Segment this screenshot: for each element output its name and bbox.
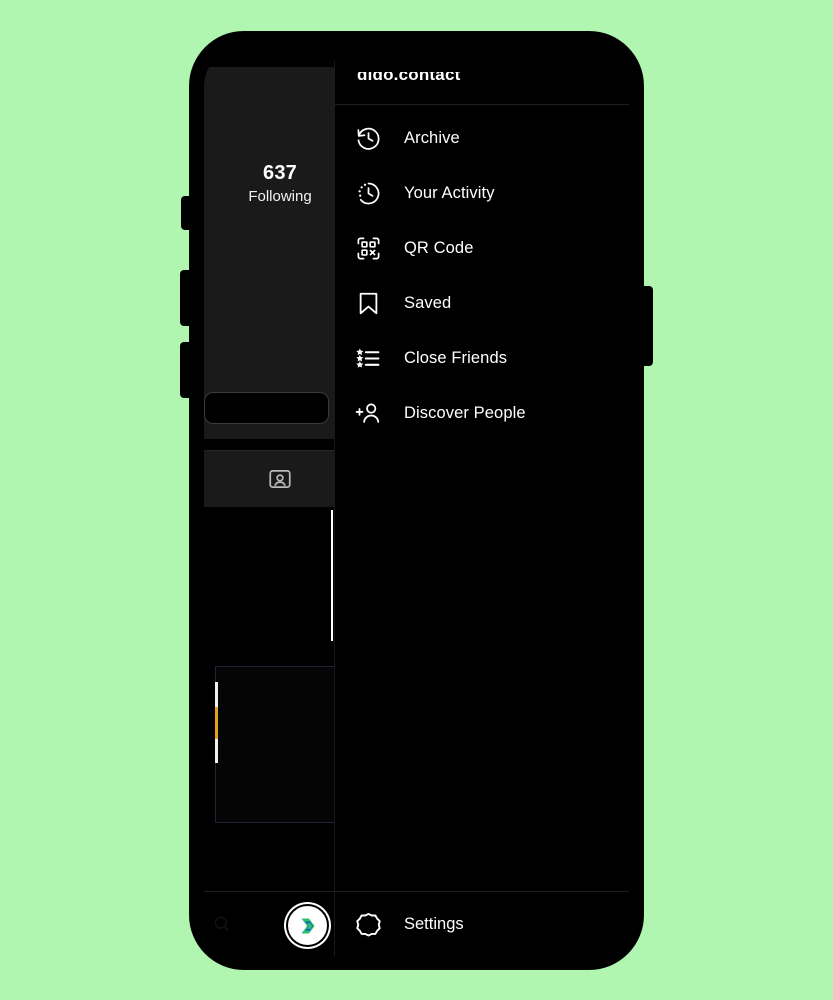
settings-label: Settings [404,914,464,933]
grid-divider [331,510,333,641]
gear-icon [355,911,382,938]
device-notch [332,45,501,72]
menu-item-settings[interactable]: Settings [335,891,629,956]
activity-clock-icon [355,180,382,207]
menu-item-label: Archive [404,129,460,147]
qr-code-icon [355,235,382,262]
volume-down-button[interactable] [180,342,191,398]
menu-item-label: Discover People [404,404,526,422]
menu-item-label: Saved [404,294,452,312]
bookmark-icon [355,290,382,317]
post-edge-accent [215,707,218,739]
avatar-logo-icon [292,910,323,941]
star-list-icon [355,345,382,372]
menu-item-discover-people[interactable]: Discover People [335,386,629,441]
phone-screen: 637 Following dido.contact Archive Your … [204,45,629,956]
menu-item-label: Your Activity [404,184,495,202]
volume-up-button[interactable] [180,270,191,326]
menu-item-saved[interactable]: Saved [335,276,629,331]
side-menu-panel: dido.contact Archive Your Activity QR Co… [334,45,629,956]
avatar[interactable] [288,906,327,945]
menu-item-close-friends[interactable]: Close Friends [335,331,629,386]
mute-switch-button[interactable] [181,196,191,230]
menu-item-label: QR Code [404,239,474,257]
tagged-photos-icon[interactable] [267,466,293,492]
power-button[interactable] [642,286,653,366]
menu-items-list: Archive Your Activity QR Code Saved Clos… [335,105,629,891]
edit-profile-button[interactable] [204,392,329,424]
phone-frame: 637 Following dido.contact Archive Your … [180,32,653,969]
menu-item-archive[interactable]: Archive [335,111,629,166]
menu-item-your-activity[interactable]: Your Activity [335,166,629,221]
person-plus-icon [355,400,382,427]
search-icon[interactable] [212,914,232,934]
archive-clock-icon [355,125,382,152]
post-thumbnail[interactable] [215,666,346,823]
menu-item-qr-code[interactable]: QR Code [335,221,629,276]
menu-item-label: Close Friends [404,349,508,367]
